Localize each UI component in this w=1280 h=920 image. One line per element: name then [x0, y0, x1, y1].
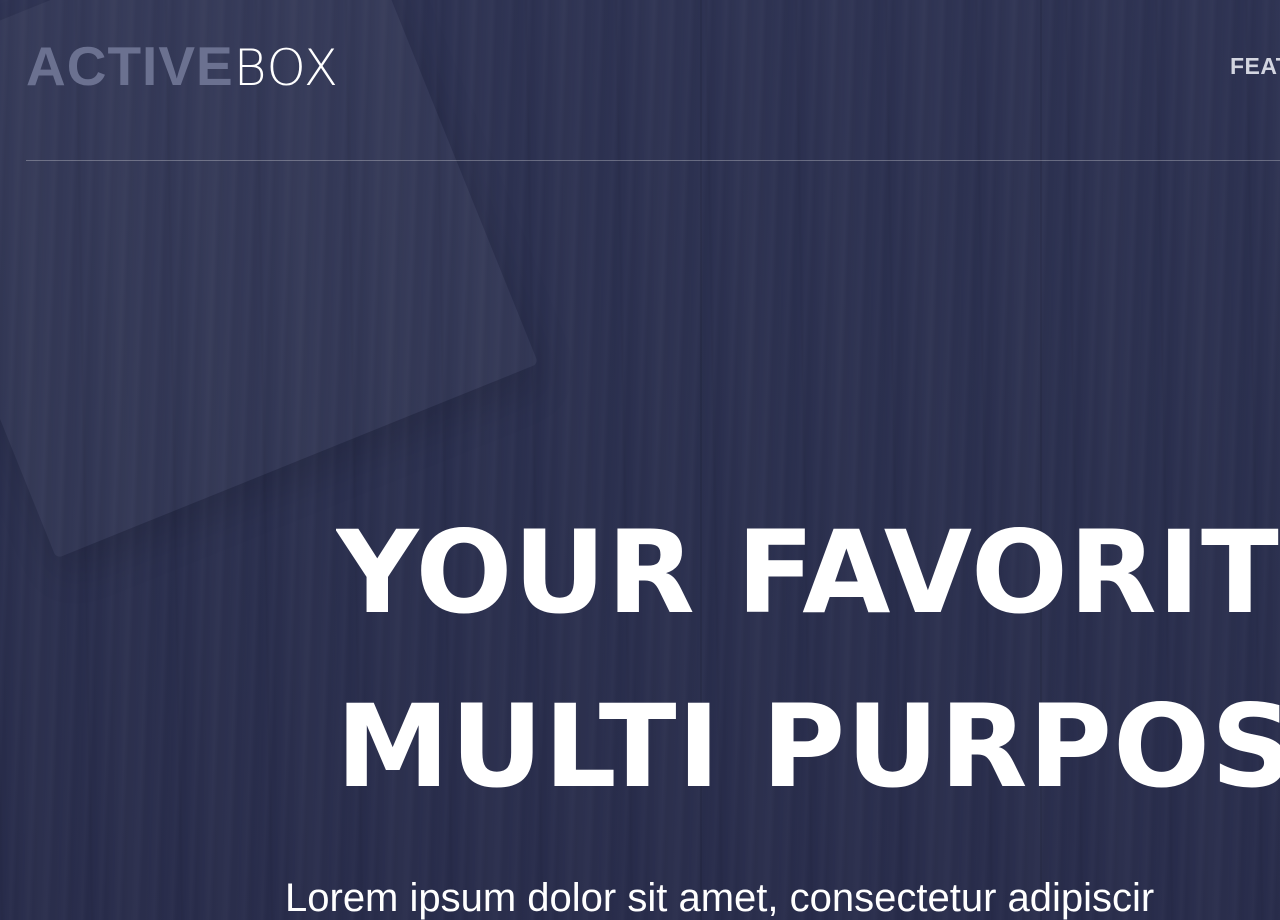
logo-light-text: BOX: [233, 39, 339, 97]
hero-headline-line-2: MULTI PURPOS: [336, 680, 1280, 813]
hero-section: ACTIVEBOX FEAT YOUR FAVORIT MULTI PURPOS…: [0, 0, 1280, 920]
site-logo[interactable]: ACTIVEBOX: [26, 35, 339, 97]
hero-headline-line-1: YOUR FAVORIT: [336, 506, 1280, 639]
hero-headline: YOUR FAVORIT MULTI PURPOS: [336, 486, 1280, 834]
hero-subtext: Lorem ipsum dolor sit amet, consectetur …: [285, 876, 1155, 920]
logo-bold-text: ACTIVE: [26, 35, 234, 97]
nav-item-features[interactable]: FEAT: [1230, 53, 1280, 80]
header-divider: [26, 160, 1280, 161]
